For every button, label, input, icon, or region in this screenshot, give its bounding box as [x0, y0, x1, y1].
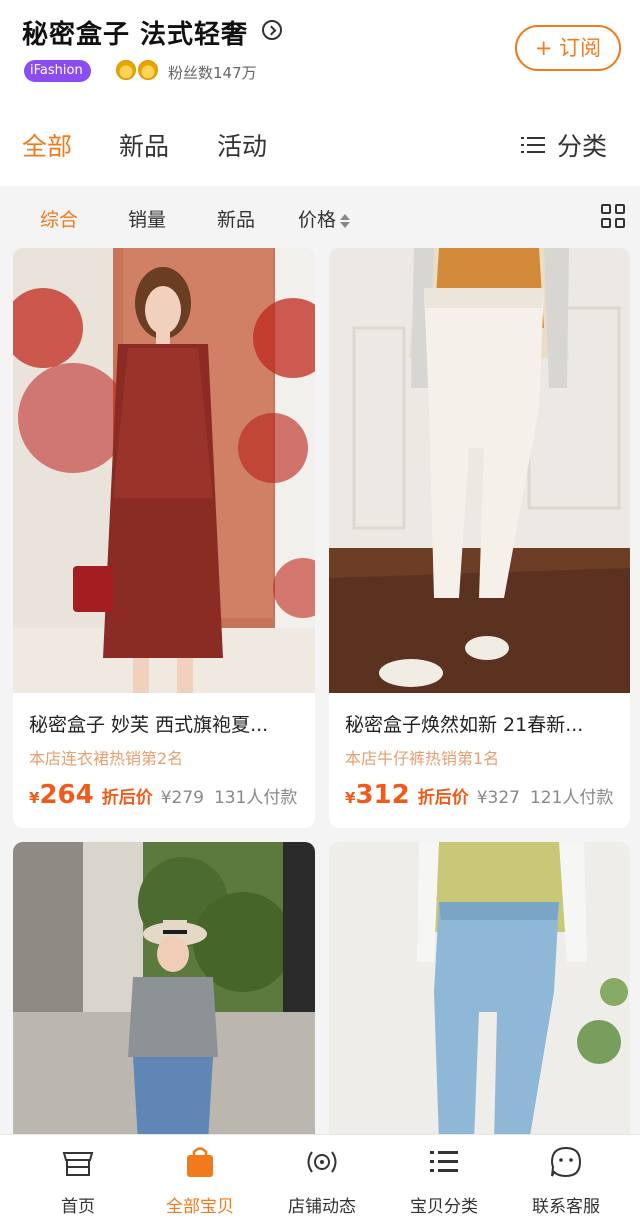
original-price: ¥327 [476, 788, 520, 808]
live-feed-icon [307, 1151, 337, 1173]
filter-price[interactable]: 价格 [298, 205, 351, 232]
filter-sales[interactable]: 销量 [128, 205, 166, 232]
tab-all[interactable]: 全部 [22, 127, 72, 163]
original-price: ¥279 [160, 788, 204, 808]
tab-activity[interactable]: 活动 [217, 127, 267, 163]
subscribe-button[interactable]: + 订阅 [515, 25, 621, 71]
nav-label: 全部宝贝 [166, 1197, 234, 1217]
product-photo-grey-sweater [13, 842, 315, 1142]
shop-tabs: 全部 新品 活动 分类 [0, 110, 640, 186]
nav-customer-service[interactable]: 联系客服 [502, 1135, 630, 1222]
price-row: ¥ 264 折后价 ¥279 131人付款 [29, 780, 297, 810]
product-photo-red-dress [13, 248, 315, 693]
sort-arrows-icon [340, 213, 351, 228]
nav-label: 联系客服 [532, 1197, 600, 1217]
buyer-count: 131人付款 [213, 788, 298, 808]
filter-price-label: 价格 [298, 209, 337, 231]
crown-level-icons [116, 60, 158, 82]
customer-service-icon [550, 1146, 582, 1178]
product-card[interactable] [13, 842, 315, 1142]
product-card[interactable]: 秘密盒子 妙芙 西式旗袍夏... 本店连衣裙热销第2名 ¥ 264 折后价 ¥2… [13, 248, 315, 828]
list-icon [521, 135, 545, 155]
crown-icon [116, 60, 136, 80]
sort-filter-bar: 综合 销量 新品 价格 [0, 186, 640, 246]
product-card[interactable]: 秘密盒子焕然如新 21春新... 本店牛仔裤热销第1名 ¥ 312 折后价 ¥3… [329, 248, 630, 828]
product-price: 264 [39, 780, 94, 810]
product-title[interactable]: 秘密盒子焕然如新 21春新... [345, 710, 615, 737]
filter-new[interactable]: 新品 [217, 205, 255, 232]
shop-header: 秘密盒子 法式轻奢 iFashion 粉丝数147万 + 订阅 [0, 0, 640, 110]
product-photo-blue-jeans [329, 842, 630, 1142]
shopping-bag-icon [187, 1147, 213, 1177]
currency-symbol: ¥ [345, 789, 356, 807]
nav-item-categories[interactable]: 宝贝分类 [380, 1135, 508, 1222]
grid-view-icon[interactable] [601, 204, 627, 230]
product-price: 312 [355, 780, 410, 810]
crown-icon [138, 60, 158, 80]
category-list-icon [430, 1151, 458, 1172]
nav-label: 宝贝分类 [410, 1197, 478, 1217]
nav-shop-feed[interactable]: 店铺动态 [258, 1135, 386, 1222]
nav-label: 首页 [61, 1197, 95, 1217]
product-title[interactable]: 秘密盒子 妙芙 西式旗袍夏... [29, 710, 299, 737]
product-rank: 本店连衣裙热销第2名 [29, 749, 184, 768]
nav-all-items[interactable]: 全部宝贝 [136, 1135, 264, 1222]
nav-label: 店铺动态 [288, 1197, 356, 1217]
product-card[interactable] [329, 842, 630, 1142]
category-button[interactable]: 分类 [521, 127, 607, 163]
fans-count: 粉丝数147万 [168, 64, 257, 82]
discount-label: 折后价 [101, 788, 153, 808]
buyer-count: 121人付款 [529, 788, 614, 808]
product-photo-white-jeans [329, 248, 630, 693]
shop-name[interactable]: 秘密盒子 法式轻奢 [22, 14, 248, 51]
price-row: ¥ 312 折后价 ¥327 121人付款 [345, 780, 613, 810]
discount-label: 折后价 [417, 788, 469, 808]
nav-home[interactable]: 首页 [14, 1135, 142, 1222]
shop-info-arrow-icon[interactable] [262, 20, 282, 40]
product-rank: 本店牛仔裤热销第1名 [345, 749, 500, 768]
ifashion-badge: iFashion [24, 60, 91, 82]
category-label: 分类 [557, 132, 608, 161]
filter-overall[interactable]: 综合 [40, 205, 78, 232]
currency-symbol: ¥ [29, 789, 40, 807]
bottom-navigation: 首页 全部宝贝 店铺动态 宝贝分类 联系客服 [0, 1134, 640, 1222]
shop-home-icon [62, 1152, 94, 1176]
tab-new[interactable]: 新品 [119, 127, 169, 163]
